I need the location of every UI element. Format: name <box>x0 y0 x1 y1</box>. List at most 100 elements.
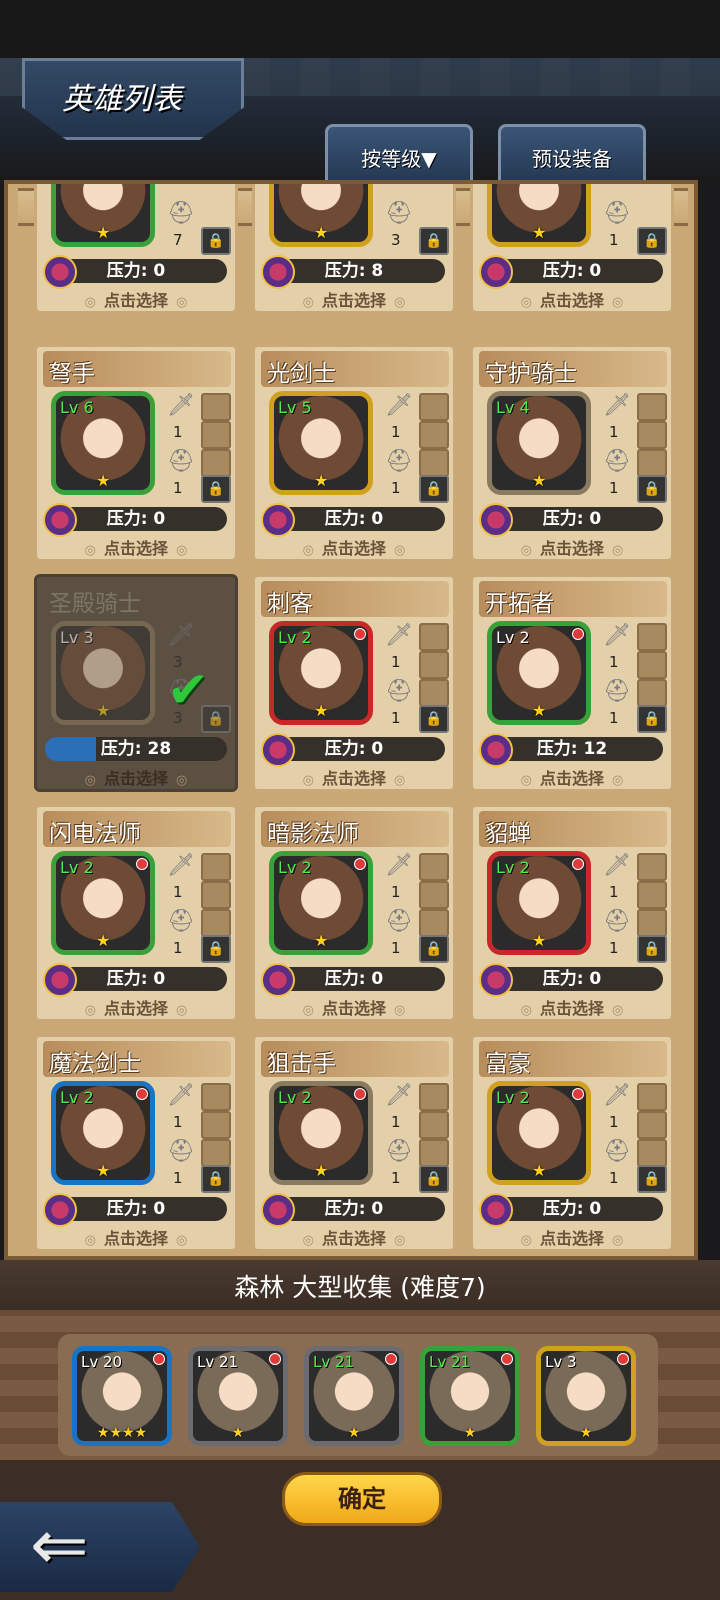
equip-slot[interactable] <box>201 881 231 909</box>
team-slot-2[interactable]: Lv 21 ★ <box>188 1346 288 1446</box>
pressure-bar: 压力: 0 <box>479 1193 663 1227</box>
equip-slot[interactable] <box>201 421 231 449</box>
select-hint[interactable]: 点击选择 <box>473 535 671 559</box>
helmet-icon: ⛑ <box>167 449 195 474</box>
hero-portrait: ★ <box>269 184 373 247</box>
notification-dot <box>501 1353 513 1365</box>
equip-slot[interactable] <box>637 909 667 937</box>
equip-slot[interactable] <box>637 421 667 449</box>
equip-slot[interactable] <box>637 623 667 651</box>
confirm-button[interactable]: 确定 <box>282 1472 442 1526</box>
hero-card[interactable]: ★ ⛑ 7 🔒 压力: 0 点击选择 <box>34 184 238 314</box>
equip-slot[interactable] <box>637 651 667 679</box>
notification-dot <box>385 1353 397 1365</box>
equip-slot[interactable] <box>637 449 667 477</box>
equip-slot[interactable] <box>637 881 667 909</box>
equip-slot[interactable] <box>637 1111 667 1139</box>
hero-card-pioneer[interactable]: 开拓者 Lv 2 ★ 🗡 1 ⛑ 1 🔒 压力: 12 点击选择 <box>470 574 674 792</box>
hero-card[interactable]: ★ ⛑ 1 🔒 压力: 0 点击选择 <box>470 184 674 314</box>
equip-slot[interactable] <box>637 393 667 421</box>
team-slot-5[interactable]: Lv 3 ★ <box>536 1346 636 1446</box>
equip-slot[interactable] <box>419 651 449 679</box>
equipment-slots: ⛑ 7 🔒 <box>165 184 235 255</box>
hero-card-tycoon[interactable]: 富豪 Lv 2 ★ 🗡 1 ⛑ 1 🔒 压力: 0 点击选择 <box>470 1034 674 1252</box>
hero-card-crossbowman[interactable]: 弩手 Lv 6 ★ 🗡 1 ⛑ 1 🔒 压力: 0 点击选择 <box>34 344 238 562</box>
hero-list-panel[interactable]: ★ ⛑ 7 🔒 压力: 0 点击选择 ★ ⛑ 3 🔒 压力: 8 <box>4 180 698 1260</box>
hero-card-lightning-mage[interactable]: 闪电法师 Lv 2 ★ 🗡 1 ⛑ 1 🔒 压力: 0 点击选择 <box>34 804 238 1022</box>
equip-slot[interactable] <box>201 1139 231 1167</box>
hero-portrait: Lv 6 ★ <box>51 391 155 495</box>
equip-slot[interactable] <box>419 449 449 477</box>
equip-slot[interactable] <box>419 393 449 421</box>
equip-slot[interactable] <box>637 1083 667 1111</box>
equip-slot[interactable] <box>419 881 449 909</box>
helmet-count: 1 <box>609 1169 619 1187</box>
sword-icon: 🗡 <box>167 393 195 418</box>
hero-level: Lv 4 <box>496 398 530 417</box>
hero-portrait: Lv 2 ★ <box>487 621 591 725</box>
select-hint[interactable]: 点击选择 <box>255 287 453 311</box>
hero-card-shadow-mage[interactable]: 暗影法师 Lv 2 ★ 🗡 1 ⛑ 1 🔒 压力: 0 点击选择 <box>252 804 456 1022</box>
hero-name: 刺客 <box>267 591 313 617</box>
team-slot-1[interactable]: Lv 20 ★★★★ <box>72 1346 172 1446</box>
star-icon: ★ <box>96 931 111 950</box>
hero-card-sniper[interactable]: 狙击手 Lv 2 ★ 🗡 1 ⛑ 1 🔒 压力: 0 点击选择 <box>252 1034 456 1252</box>
equip-slot[interactable] <box>419 1139 449 1167</box>
preset-equipment-button[interactable]: 预设装备 <box>498 124 646 185</box>
select-hint[interactable]: 点击选择 <box>37 535 235 559</box>
select-hint[interactable]: 点击选择 <box>473 995 671 1019</box>
equip-slot[interactable] <box>419 623 449 651</box>
pressure-label: 压力: 0 <box>542 1199 602 1219</box>
hero-name: 富豪 <box>485 1051 531 1077</box>
team-slot-4[interactable]: Lv 21 ★ <box>420 1346 520 1446</box>
notification-dot <box>153 1353 165 1365</box>
team-slot-3[interactable]: Lv 21 ★ <box>304 1346 404 1446</box>
sword-icon: 🗡 <box>603 623 631 648</box>
equip-slot[interactable] <box>419 1083 449 1111</box>
hero-portrait: Lv 2 ★ <box>51 851 155 955</box>
select-hint[interactable]: 点击选择 <box>473 1225 671 1249</box>
select-hint[interactable]: 点击选择 <box>255 995 453 1019</box>
select-hint[interactable]: 点击选择 <box>473 765 671 789</box>
pressure-bar: 压力: 0 <box>261 1193 445 1227</box>
hero-card-lightsaber[interactable]: 光剑士 Lv 5 ★ 🗡 1 ⛑ 1 🔒 压力: 0 点击选择 <box>252 344 456 562</box>
lock-icon: 🔒 <box>201 935 231 963</box>
hero-card-diaochan[interactable]: 貂蝉 Lv 2 ★ 🗡 1 ⛑ 1 🔒 压力: 0 点击选择 <box>470 804 674 1022</box>
select-hint[interactable]: 点击选择 <box>255 765 453 789</box>
equip-slot[interactable] <box>637 853 667 881</box>
equip-slot[interactable] <box>419 1111 449 1139</box>
equip-slot[interactable] <box>201 449 231 477</box>
select-hint[interactable]: 点击选择 <box>37 995 235 1019</box>
select-hint[interactable]: 点击选择 <box>37 287 235 311</box>
hero-portrait: Lv 2 ★ <box>269 621 373 725</box>
pressure-label: 压力: 0 <box>542 261 602 281</box>
equip-slot[interactable] <box>201 1111 231 1139</box>
equip-slot[interactable] <box>637 1139 667 1167</box>
equip-slot[interactable] <box>201 909 231 937</box>
hero-card-spellsword[interactable]: 魔法剑士 Lv 2 ★ 🗡 1 ⛑ 1 🔒 压力: 0 点击选择 <box>34 1034 238 1252</box>
pressure-bar: 压力: 0 <box>479 503 663 537</box>
star-icon: ★ <box>532 1161 547 1180</box>
hero-card-guardian[interactable]: 守护骑士 Lv 4 ★ 🗡 1 ⛑ 1 🔒 压力: 0 点击选择 <box>470 344 674 562</box>
team-stars: ★ <box>231 1425 245 1441</box>
hero-card-assassin[interactable]: 刺客 Lv 2 ★ 🗡 1 ⛑ 1 🔒 压力: 0 点击选择 <box>252 574 456 792</box>
select-hint[interactable]: 点击选择 <box>255 535 453 559</box>
hero-card-templar-selected[interactable]: 圣殿骑士 Lv 3★ 🗡 3 ⛑ 3 🔒 ✔ 压力: 28 点击选择 <box>34 574 238 792</box>
hero-card[interactable]: ★ ⛑ 3 🔒 压力: 8 点击选择 <box>252 184 456 314</box>
equip-slot[interactable] <box>419 853 449 881</box>
mission-title: 森林 大型收集 (难度7) <box>234 1273 486 1302</box>
select-hint[interactable]: 点击选择 <box>255 1225 453 1249</box>
sort-by-level-button[interactable]: 按等级▼ <box>325 124 473 185</box>
select-hint[interactable]: 点击选择 <box>473 287 671 311</box>
equip-slot[interactable] <box>201 1083 231 1111</box>
equip-slot[interactable] <box>201 853 231 881</box>
pressure-label: 压力: 0 <box>106 261 166 281</box>
equip-slot[interactable] <box>419 679 449 707</box>
select-hint[interactable]: 点击选择 <box>37 1225 235 1249</box>
equip-slot[interactable] <box>637 679 667 707</box>
equip-slot[interactable] <box>419 909 449 937</box>
sword-count: 1 <box>609 883 619 901</box>
equip-slot[interactable] <box>201 393 231 421</box>
select-hint[interactable]: 点击选择 <box>37 765 235 789</box>
equip-slot[interactable] <box>419 421 449 449</box>
